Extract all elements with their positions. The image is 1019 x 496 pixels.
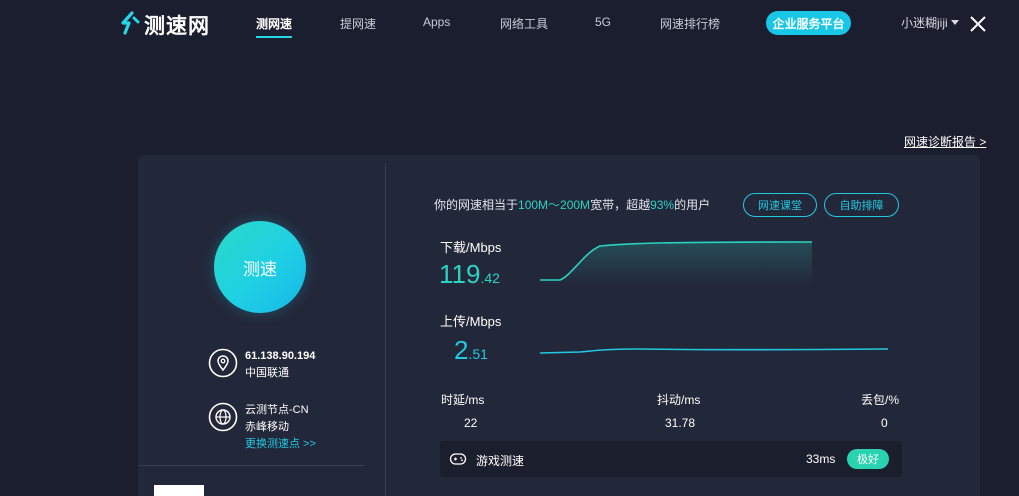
download-label: 下载/Mbps (440, 240, 502, 255)
packet-loss-label: 丢包/% (861, 393, 900, 407)
qr-code-image (154, 485, 204, 496)
speed-logo-icon (118, 10, 140, 40)
self-troubleshoot-button[interactable]: 自助排障 (824, 193, 899, 217)
nav-network-tools[interactable]: 网络工具 (500, 15, 548, 32)
download-graph (540, 241, 813, 285)
game-quality-badge: 极好 (847, 449, 889, 469)
nav-5g[interactable]: 5G (595, 15, 611, 29)
game-speed-row[interactable]: 游戏测速 33ms 极好 (440, 441, 902, 477)
globe-icon (208, 402, 238, 432)
upload-label: 上传/Mbps (440, 314, 502, 329)
upload-value: 2.51 (454, 335, 488, 366)
node-info: 云测节点-CN 赤峰移动 更换测速点 >> (208, 402, 316, 453)
nav-speed-ranking[interactable]: 网速排行榜 (660, 15, 720, 32)
start-test-button[interactable]: 测速 (214, 221, 306, 313)
game-latency-value: 33ms (806, 452, 836, 466)
diagnosis-report-link[interactable]: 网速诊断报告 > (904, 133, 986, 150)
divider (385, 163, 386, 496)
node-isp: 赤峰移动 (245, 421, 289, 433)
game-speed-label: 游戏测速 (476, 454, 525, 468)
speed-test-card: 测速 61.138.90.194 中国联通 云测节点-CN 赤峰移动 更换测速点… (138, 155, 980, 496)
location-pin-icon (208, 348, 238, 378)
summary-suffix: 的用户 (674, 198, 711, 212)
client-isp: 中国联通 (245, 367, 289, 379)
top-navigation: 测速网 测网速 提网速 Apps 网络工具 5G 网速排行榜 企业服务平台 小迷… (0, 0, 1019, 48)
client-info: 61.138.90.194 中国联通 (208, 348, 315, 382)
gamepad-icon (449, 450, 467, 468)
divider (138, 465, 364, 466)
logo[interactable]: 测速网 (118, 10, 210, 40)
summary-middle: 宽带，超越 (590, 198, 651, 212)
latency-label: 时延/ms (441, 393, 485, 407)
user-name: 小迷糊jiji (901, 16, 948, 30)
jitter-label: 抖动/ms (657, 393, 701, 407)
summary-prefix: 你的网速相当于 (434, 198, 519, 212)
change-node-link[interactable]: 更换测速点 >> (245, 436, 316, 453)
close-icon[interactable] (969, 15, 987, 33)
speed-summary: 你的网速相当于100M～200M宽带，超越93%的用户 (434, 196, 710, 213)
download-decimal: .42 (480, 270, 500, 286)
chevron-down-icon (950, 20, 959, 25)
enterprise-platform-button[interactable]: 企业服务平台 (766, 11, 851, 35)
node-name: 云测节点-CN (245, 404, 309, 416)
packet-loss-value: 0 (881, 416, 888, 430)
nav-apps[interactable]: Apps (423, 15, 450, 29)
speed-course-button[interactable]: 网速课堂 (743, 193, 817, 217)
download-value: 119.42 (439, 259, 500, 290)
logo-text: 测速网 (144, 15, 210, 38)
latency-value: 22 (464, 416, 478, 430)
summary-bandwidth: 100M～200M (518, 198, 591, 212)
upload-graph (540, 348, 889, 354)
nav-speed-test[interactable]: 测网速 (256, 15, 293, 38)
upload-decimal: .51 (468, 346, 488, 362)
client-ip: 61.138.90.194 (245, 350, 316, 362)
jitter-value: 31.78 (665, 416, 696, 430)
download-integer: 119 (439, 259, 481, 289)
user-menu[interactable]: 小迷糊jiji (901, 14, 959, 31)
nav-improve-speed[interactable]: 提网速 (340, 15, 376, 32)
upload-integer: 2 (454, 335, 469, 365)
summary-percent: 93% (650, 198, 675, 212)
